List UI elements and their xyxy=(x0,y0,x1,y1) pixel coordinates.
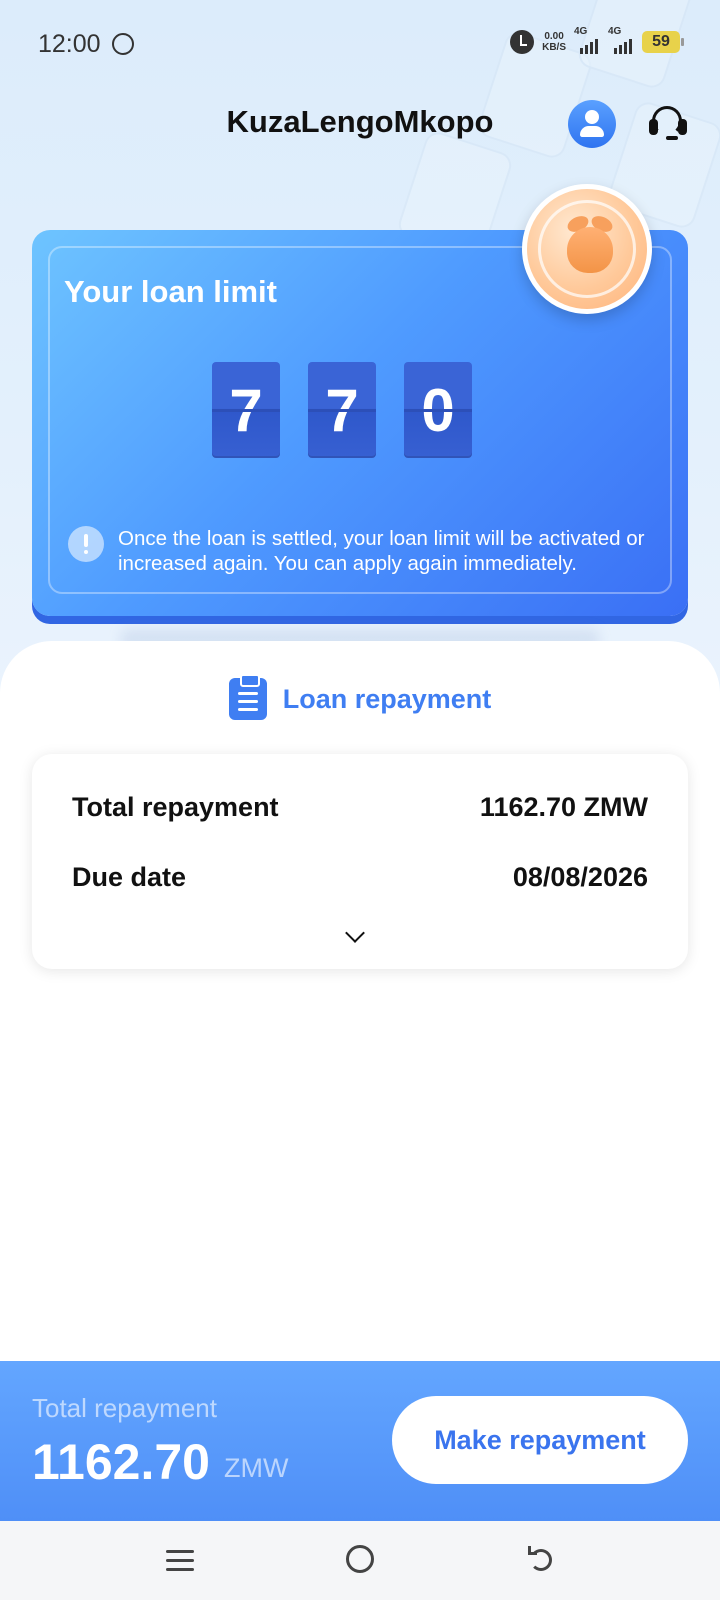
limit-digit: 0 xyxy=(404,362,472,458)
status-bar: 12:00 0.00 KB/S 4G 4G 59 xyxy=(0,0,720,90)
repayment-sheet xyxy=(0,641,720,1361)
chevron-down-icon[interactable] xyxy=(345,923,365,943)
detail-label: Total repayment xyxy=(72,792,279,822)
coin-bag-icon xyxy=(522,184,652,314)
network-type-1: 4G xyxy=(574,26,588,37)
loan-limit-notice: Once the loan is settled, your loan limi… xyxy=(118,527,645,575)
alarm-icon xyxy=(510,30,535,54)
detail-label: Due date xyxy=(72,862,187,892)
detail-row-total: Total repayment 1162.70 ZMW xyxy=(72,792,648,823)
limit-digit: 7 xyxy=(212,362,280,458)
total-currency: ZMW xyxy=(224,1453,289,1483)
section-title: Loan repayment xyxy=(282,683,492,714)
repayment-details-card[interactable]: Total repayment 1162.70 ZMW Due date 08/… xyxy=(32,754,688,969)
signal-icon-2: 4G xyxy=(608,26,634,54)
total-label: Total repayment xyxy=(32,1393,217,1423)
status-icons: 0.00 KB/S 4G 4G 59 xyxy=(510,26,684,54)
menu-icon[interactable] xyxy=(166,1547,194,1575)
section-header: Loan repayment xyxy=(0,674,720,720)
signal-icon-1: 4G xyxy=(574,26,600,54)
bottom-action-bar: Total repayment 1162.70 ZMW Make repayme… xyxy=(0,1361,720,1521)
clipboard-icon xyxy=(228,674,267,720)
loan-limit-card: Your loan limit 7 7 0 Once the loan is s… xyxy=(32,184,688,616)
headset-icon[interactable] xyxy=(646,102,690,146)
home-icon[interactable] xyxy=(346,1545,374,1573)
exclamation-icon xyxy=(68,526,104,562)
battery-icon: 59 xyxy=(642,31,684,53)
detail-value: 1162.70 ZMW xyxy=(479,792,648,822)
loan-limit-title: Your loan limit xyxy=(64,274,277,309)
network-type-2: 4G xyxy=(608,26,622,37)
make-repayment-button[interactable]: Make repayment xyxy=(392,1396,688,1484)
detail-row-due-date: Due date 08/08/2026 xyxy=(72,862,648,893)
network-speed-value: 0.00 xyxy=(544,31,564,42)
network-speed-unit: KB/S xyxy=(542,42,566,53)
loan-limit-digits: 7 7 0 xyxy=(212,362,472,458)
total-amount: 1162.70 xyxy=(32,1434,210,1490)
system-nav-bar xyxy=(0,1521,720,1600)
detail-value: 08/08/2026 xyxy=(512,862,648,892)
back-icon[interactable] xyxy=(526,1545,554,1573)
limit-digit: 7 xyxy=(308,362,376,458)
network-speed: 0.00 KB/S xyxy=(542,31,566,53)
whatsapp-icon xyxy=(112,33,134,55)
profile-icon[interactable] xyxy=(568,100,616,148)
status-time: 12:00 xyxy=(38,30,101,58)
